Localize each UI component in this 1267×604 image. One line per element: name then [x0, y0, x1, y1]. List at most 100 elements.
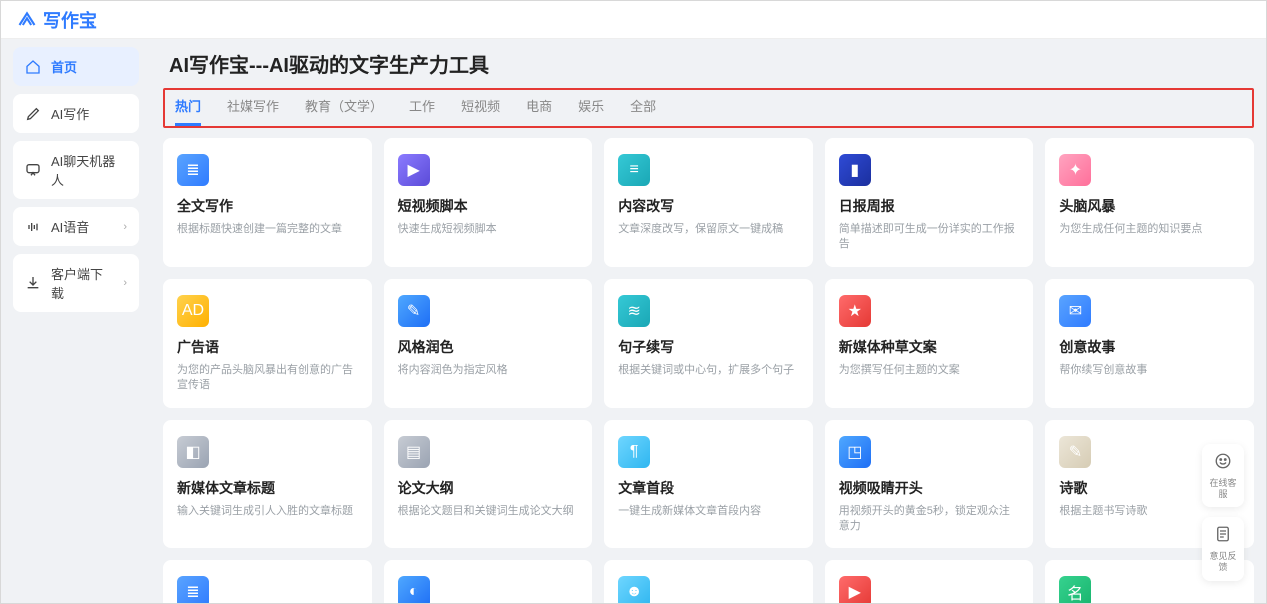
floating-actions: 在线客服意见反馈 [1202, 444, 1244, 581]
card-title: 句子续写 [618, 337, 799, 357]
card-title: 视频吸睛开头 [839, 478, 1020, 498]
brand-text: 写作宝 [43, 7, 97, 33]
card-desc: 输入关键词生成引人入胜的文章标题 [177, 504, 358, 519]
card-title: 论文大纲 [398, 478, 579, 498]
brain-icon: ✦ [1059, 154, 1091, 186]
card-title: 新媒体种草文案 [839, 337, 1020, 357]
card-desc: 用视频开头的黄金5秒，锁定观众注意力 [839, 504, 1020, 535]
card-desc: 文章深度改写，保留原文一键成稿 [618, 222, 799, 237]
polish-icon: ✎ [398, 295, 430, 327]
float-label: 在线客服 [1206, 478, 1240, 500]
idea-icon: ▶ [839, 576, 871, 603]
card-title: 短视频脚本 [398, 196, 579, 216]
sidebar: 首页 AI写作 AI聊天机器人 AI语音› 客户端下载 › [1, 39, 151, 603]
sidebar-item-voice[interactable]: AI语音› [13, 207, 139, 246]
card-title: 广告语 [177, 337, 358, 357]
template-card[interactable]: ✎ 风格润色将内容润色为指定风格 [384, 279, 593, 408]
form-icon [1214, 525, 1232, 548]
story-icon: ✉ [1059, 295, 1091, 327]
tab-全部[interactable]: 全部 [630, 96, 656, 126]
para-icon: ¶ [618, 436, 650, 468]
card-desc: 一键生成新媒体文章首段内容 [618, 504, 799, 519]
sidebar-item-download[interactable]: 客户端下载 › [13, 254, 139, 312]
card-title: 风格润色 [398, 337, 579, 357]
card-desc: 快速生成短视频脚本 [398, 222, 579, 237]
card-desc: 帮你续写创意故事 [1059, 363, 1240, 378]
card-desc: 将内容润色为指定风格 [398, 363, 579, 378]
template-card[interactable]: ✉ 创意故事帮你续写创意故事 [1045, 279, 1254, 408]
card-desc: 为您的产品头脑风暴出有创意的广告宣传语 [177, 363, 358, 394]
people-icon: ☻ [618, 576, 650, 603]
card-title: 创意故事 [1059, 337, 1240, 357]
tab-工作[interactable]: 工作 [409, 96, 435, 126]
template-card[interactable]: ▶ 短视频脚本快速生成短视频脚本 [384, 138, 593, 267]
template-card[interactable]: ☻人物塑造为你故事中的角色塑造一个丰满的人物形象 [604, 560, 813, 603]
sidebar-item-label: 客户端下载 [51, 264, 113, 302]
play-icon: ▶ [398, 154, 430, 186]
chat-icon [25, 162, 41, 178]
template-card[interactable]: ▤论文大纲根据论文题目和关键词生成论文大纲 [384, 420, 593, 549]
template-card[interactable]: ≋句子续写根据关键词或中心句，扩展多个句子 [604, 279, 813, 408]
card-title: 内容改写 [618, 196, 799, 216]
hook-icon: ◳ [839, 436, 871, 468]
page-title: AI写作宝---AI驱动的文字生产力工具 [163, 45, 1254, 88]
tab-电商[interactable]: 电商 [526, 96, 552, 126]
abstract-icon: ≣ [177, 576, 209, 603]
float-smile[interactable]: 在线客服 [1202, 444, 1244, 508]
tab-教育（文学）[interactable]: 教育（文学） [305, 96, 383, 126]
lines-icon: ≡ [618, 154, 650, 186]
card-title: 文章首段 [618, 478, 799, 498]
card-desc: 根据标题快速创建一篇完整的文章 [177, 222, 358, 237]
sidebar-item-label: AI语音 [51, 217, 89, 236]
download-icon [25, 275, 41, 291]
template-card[interactable]: ✦ 头脑风暴为您生成任何主题的知识要点 [1045, 138, 1254, 267]
card-title: 新媒体文章标题 [177, 478, 358, 498]
ad-icon: AD [177, 295, 209, 327]
template-card[interactable]: ▮日报周报简单描述即可生成一份详实的工作报告 [825, 138, 1034, 267]
sidebar-item-chat[interactable]: AI聊天机器人 [13, 141, 139, 199]
tab-娱乐[interactable]: 娱乐 [578, 96, 604, 126]
template-card[interactable]: ≡ 内容改写文章深度改写，保留原文一键成稿 [604, 138, 813, 267]
chevron-right-icon: › [123, 277, 127, 289]
poem-icon: ✎ [1059, 436, 1091, 468]
sidebar-item-label: AI写作 [51, 104, 89, 123]
logo-icon [17, 10, 37, 30]
template-card[interactable]: ▶视频内容灵感哪些点拍视频？让AI写作宝来提供灵感 [825, 560, 1034, 603]
template-card[interactable]: AD 广告语为您的产品头脑风暴出有创意的广告宣传语 [163, 279, 372, 408]
template-grid: ≣ 全文写作根据标题快速创建一篇完整的文章 ▶ 短视频脚本快速生成短视频脚本 ≡ 内容改写… [163, 138, 1254, 603]
template-card[interactable]: ≣论文摘要根据论文题目和关键词生成论文摘要 [163, 560, 372, 603]
template-card[interactable]: ¶ 文章首段一键生成新媒体文章首段内容 [604, 420, 813, 549]
tab-热门[interactable]: 热门 [175, 96, 201, 126]
tab-社媒写作[interactable]: 社媒写作 [227, 96, 279, 126]
tab-短视频[interactable]: 短视频 [461, 96, 500, 126]
sidebar-item-pencil[interactable]: AI写作 [13, 94, 139, 133]
sidebar-item-label: AI聊天机器人 [51, 151, 127, 189]
sidebar-item-home[interactable]: 首页 [13, 47, 139, 86]
card-desc: 根据关键词或中心句，扩展多个句子 [618, 363, 799, 378]
topbar: 写作宝 [1, 1, 1266, 39]
category-tabs: 热门社媒写作教育（文学） 工作短视频电商娱乐全部 [175, 96, 1242, 126]
brand-logo[interactable]: 写作宝 [17, 7, 97, 33]
card-desc: 为您生成任何主题的知识要点 [1059, 222, 1240, 237]
card-title: 头脑风暴 [1059, 196, 1240, 216]
pencil-icon [25, 106, 41, 122]
float-label: 意见反馈 [1206, 551, 1240, 573]
float-form[interactable]: 意见反馈 [1202, 517, 1244, 581]
main-content: AI写作宝---AI驱动的文字生产力工具 热门社媒写作教育（文学） 工作短视频电商… [151, 39, 1266, 603]
name-icon: 名 [1059, 576, 1091, 603]
card-desc: 根据论文题目和关键词生成论文大纲 [398, 504, 579, 519]
title-icon: ◧ [177, 436, 209, 468]
card-title: 日报周报 [839, 196, 1020, 216]
home-icon [25, 59, 41, 75]
template-card[interactable]: ◐短视频脚本大纲生成VLOG、口播稿等短视频的拍摄大纲 [384, 560, 593, 603]
template-card[interactable]: ★ 新媒体种草文案为您撰写任何主题的文案 [825, 279, 1034, 408]
script-icon: ◐ [398, 576, 430, 603]
sidebar-item-label: 首页 [51, 57, 77, 76]
seed-icon: ★ [839, 295, 871, 327]
template-card[interactable]: ◳ 视频吸睛开头用视频开头的黄金5秒，锁定观众注意力 [825, 420, 1034, 549]
card-desc: 为您撰写任何主题的文案 [839, 363, 1020, 378]
template-card[interactable]: ◧ 新媒体文章标题输入关键词生成引人入胜的文章标题 [163, 420, 372, 549]
voice-icon [25, 219, 41, 235]
template-card[interactable]: ≣全文写作根据标题快速创建一篇完整的文章 [163, 138, 372, 267]
card-title: 全文写作 [177, 196, 358, 216]
